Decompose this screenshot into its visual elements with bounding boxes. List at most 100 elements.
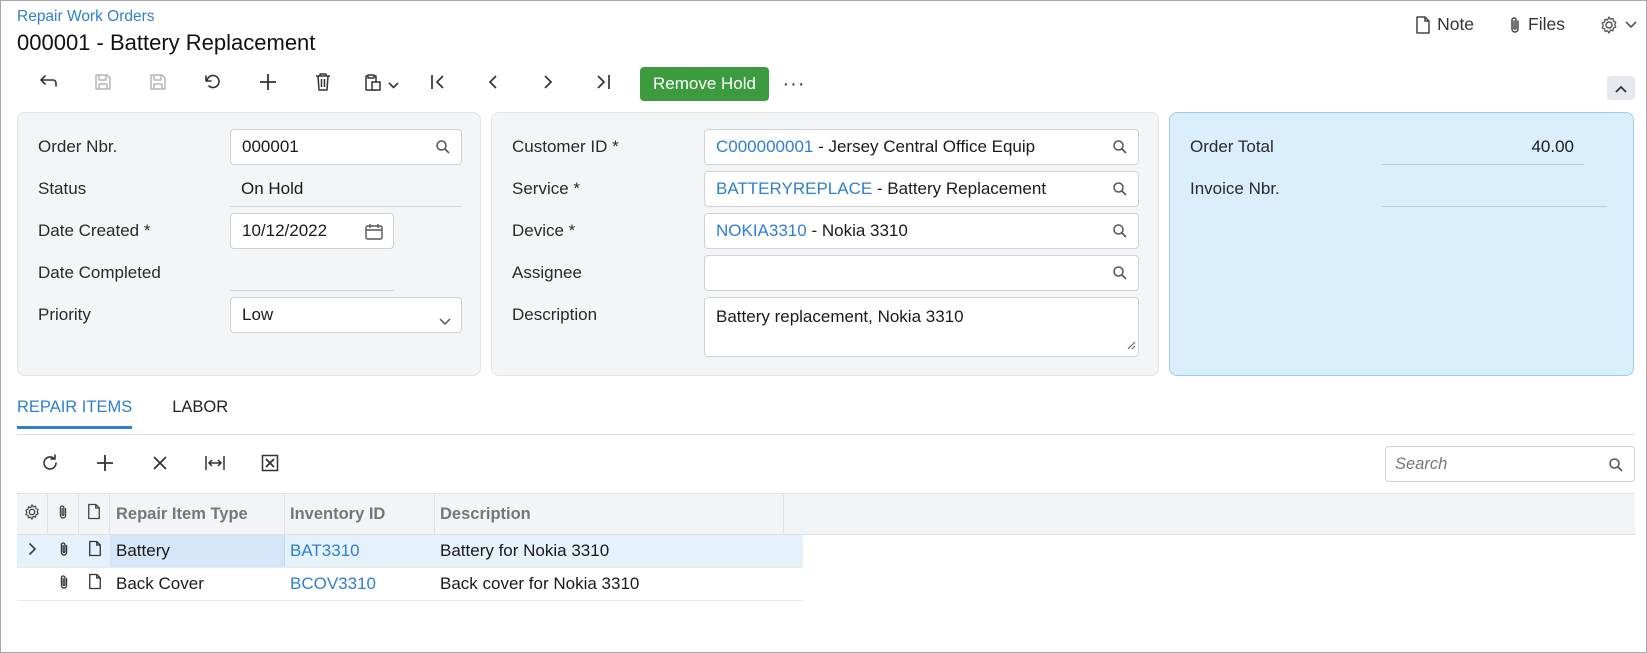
paperclip-icon — [1508, 16, 1522, 34]
page-title: 000001 - Battery Replacement — [17, 30, 316, 55]
settings-menu-button[interactable] — [1599, 15, 1637, 35]
order-total-label: Order Total — [1190, 137, 1274, 156]
customer-id-link[interactable]: C000000001 — [716, 137, 813, 157]
document-icon — [88, 540, 102, 562]
note-button[interactable]: Note — [1415, 14, 1474, 35]
top-actions: Note Files — [1415, 14, 1637, 35]
invoice-nbr-label: Invoice Nbr. — [1190, 179, 1280, 198]
summary-panel-left: Order Nbr. 000001 Status On Hold Date Cr… — [17, 112, 481, 376]
refresh-icon — [40, 453, 60, 478]
cancel-changes-button[interactable] — [185, 66, 240, 102]
summary-panel-totals: Order Total 40.00 Invoice Nbr. — [1169, 112, 1634, 376]
first-record-button[interactable] — [410, 66, 465, 102]
search-icon[interactable] — [435, 139, 451, 160]
row-expand-placeholder — [17, 568, 48, 600]
collapse-header-button[interactable] — [1607, 76, 1635, 100]
service-id-link[interactable]: BATTERYREPLACE — [716, 179, 872, 199]
table-row[interactable]: Back Cover BCOV3310 Back cover for Nokia… — [17, 568, 803, 601]
delete-button[interactable] — [295, 66, 350, 102]
chevron-down-icon — [439, 311, 451, 331]
description-textarea[interactable]: Battery replacement, Nokia 3310 — [704, 297, 1139, 357]
close-icon — [152, 455, 168, 476]
paperclip-icon — [57, 503, 69, 526]
cell-repair-item-type[interactable]: Back Cover — [110, 568, 285, 600]
add-button[interactable] — [240, 66, 295, 102]
customer-name: - Jersey Central Office Equip — [813, 137, 1036, 156]
assignee-field[interactable] — [704, 255, 1139, 291]
note-icon — [1415, 15, 1431, 34]
row-note-button[interactable] — [79, 535, 110, 567]
device-id-link[interactable]: NOKIA3310 — [716, 221, 807, 241]
breadcrumb[interactable]: Repair Work Orders — [17, 8, 155, 26]
excel-icon — [261, 454, 279, 477]
save-button[interactable] — [130, 66, 185, 102]
files-button[interactable]: Files — [1508, 14, 1565, 35]
search-icon[interactable] — [1112, 265, 1128, 286]
detail-tabs: REPAIR ITEMS LABOR — [17, 398, 228, 429]
column-header-description[interactable]: Description — [435, 494, 784, 534]
undo-icon — [38, 74, 58, 95]
refresh-button[interactable] — [22, 448, 77, 482]
date-completed-label: Date Completed — [38, 263, 161, 282]
prev-icon — [486, 73, 500, 96]
save-icon — [148, 72, 168, 97]
row-expand-button[interactable] — [17, 535, 48, 567]
last-record-button[interactable] — [575, 66, 630, 102]
priority-select[interactable]: Low — [230, 297, 462, 333]
more-icon: ··· — [782, 72, 806, 95]
add-icon — [95, 453, 115, 478]
date-created-field[interactable]: 10/12/2022 — [230, 213, 394, 249]
order-nbr-label: Order Nbr. — [38, 137, 118, 156]
row-note-button[interactable] — [79, 568, 110, 600]
main-toolbar: Remove Hold ··· — [20, 66, 819, 102]
date-created-value: 10/12/2022 — [242, 221, 328, 240]
order-nbr-value: 000001 — [242, 137, 299, 156]
document-icon — [88, 573, 102, 595]
first-icon — [429, 73, 447, 96]
cell-description[interactable]: Back cover for Nokia 3310 — [435, 568, 784, 600]
cell-inventory-id-link[interactable]: BCOV3310 — [285, 568, 435, 600]
search-icon[interactable] — [1112, 139, 1128, 160]
grid-toolbar — [22, 448, 297, 482]
device-field[interactable]: NOKIA3310 - Nokia 3310 — [704, 213, 1139, 249]
search-placeholder: Search — [1395, 454, 1448, 473]
fit-columns-button[interactable] — [187, 448, 242, 482]
resize-handle-icon[interactable] — [1126, 335, 1136, 355]
date-created-label: Date Created * — [38, 221, 151, 240]
next-record-button[interactable] — [520, 66, 575, 102]
table-row[interactable]: Battery BAT3310 Battery for Nokia 3310 — [17, 535, 803, 568]
column-header-inventory-id[interactable]: Inventory ID — [285, 494, 435, 534]
cell-inventory-id-link[interactable]: BAT3310 — [285, 535, 435, 567]
invoice-nbr-value — [1382, 171, 1607, 207]
cell-repair-item-type[interactable]: Battery — [110, 535, 285, 567]
clipboard-menu-button[interactable] — [350, 66, 410, 102]
calendar-icon[interactable] — [365, 223, 383, 245]
delete-row-button[interactable] — [132, 448, 187, 482]
tab-labor[interactable]: LABOR — [172, 398, 228, 429]
remove-hold-button[interactable]: Remove Hold — [640, 67, 769, 101]
search-icon[interactable] — [1112, 223, 1128, 244]
grid-search-input[interactable]: Search — [1385, 446, 1635, 482]
export-excel-button[interactable] — [242, 448, 297, 482]
search-icon[interactable] — [1112, 181, 1128, 202]
column-header-repair-item-type[interactable]: Repair Item Type — [110, 494, 285, 534]
add-icon — [258, 72, 278, 97]
row-files-button[interactable] — [48, 535, 79, 567]
save-close-button[interactable] — [75, 66, 130, 102]
order-nbr-field[interactable]: 000001 — [230, 129, 462, 165]
add-row-button[interactable] — [77, 448, 132, 482]
grid-header: Repair Item Type Inventory ID Descriptio… — [17, 493, 1635, 535]
service-field[interactable]: BATTERYREPLACE - Battery Replacement — [704, 171, 1139, 207]
chevron-down-icon — [387, 74, 399, 94]
prev-record-button[interactable] — [465, 66, 520, 102]
notes-column-header — [79, 494, 110, 534]
tab-repair-items[interactable]: REPAIR ITEMS — [17, 398, 133, 429]
files-column-header — [48, 494, 79, 534]
more-actions-button[interactable]: ··· — [769, 66, 819, 102]
cell-description[interactable]: Battery for Nokia 3310 — [435, 535, 784, 567]
column-settings-button[interactable] — [17, 494, 48, 534]
row-files-button[interactable] — [48, 568, 79, 600]
back-button[interactable] — [20, 66, 75, 102]
customer-id-field[interactable]: C000000001 - Jersey Central Office Equip — [704, 129, 1139, 165]
chevron-up-icon — [1615, 78, 1627, 98]
